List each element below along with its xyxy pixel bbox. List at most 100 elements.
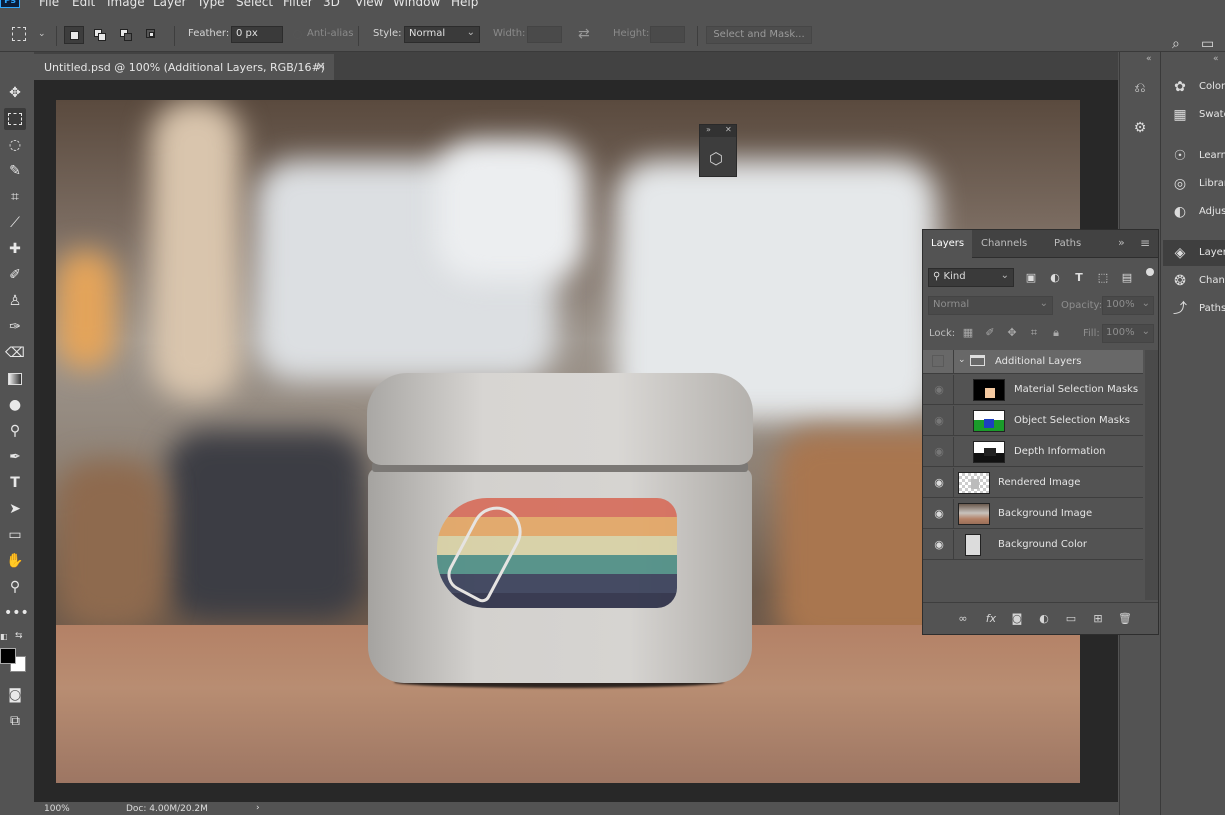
document-tab[interactable]: Untitled.psd @ 100% (Additional Layers, … xyxy=(34,54,334,80)
zoom-tool-icon[interactable]: ⚲ xyxy=(4,576,26,598)
opacity-input[interactable]: 100% ⌄ xyxy=(1102,296,1154,315)
eyedropper-tool-icon[interactable]: ⟋ xyxy=(4,212,26,234)
tab-paths[interactable]: Paths xyxy=(1046,230,1089,258)
adjustment-layer-filter-icon[interactable]: ◐ xyxy=(1047,270,1063,286)
lock-position-icon[interactable]: ✥ xyxy=(1004,325,1020,341)
layer-row[interactable]: ◉ Object Selection Masks xyxy=(923,406,1143,436)
menu-type[interactable]: Type xyxy=(197,0,225,9)
filter-toggle-icon[interactable] xyxy=(1146,268,1154,276)
layer-row[interactable]: ◉ Rendered Image xyxy=(923,468,1143,498)
eye-icon[interactable]: ◉ xyxy=(932,383,946,397)
healing-brush-tool-icon[interactable]: ✚ xyxy=(4,238,26,260)
default-colors-icon[interactable]: ◧ xyxy=(0,632,10,642)
rect-marquee-preset-icon[interactable] xyxy=(12,27,26,41)
chevron-down-icon[interactable]: ⌄ xyxy=(958,355,966,365)
delete-layer-trash-icon[interactable]: 🗑︎ xyxy=(1117,611,1133,627)
eraser-tool-icon[interactable]: ⌫ xyxy=(4,342,26,364)
gradient-tool-icon[interactable] xyxy=(4,368,26,390)
anti-alias-checkbox[interactable] xyxy=(293,30,302,39)
chevron-down-icon[interactable]: ⌄ xyxy=(38,29,46,39)
menu-filter[interactable]: Filter xyxy=(283,0,313,9)
lock-image-pixels-icon[interactable]: ✐ xyxy=(982,325,998,341)
menu-view[interactable]: View xyxy=(355,0,383,9)
layers-scrollbar[interactable] xyxy=(1145,350,1158,600)
history-brush-tool-icon[interactable]: ✑ xyxy=(4,316,26,338)
swap-icon[interactable]: ⇄ xyxy=(578,26,590,42)
add-to-selection-button[interactable] xyxy=(90,26,110,44)
search-icon[interactable]: ⌕ xyxy=(1172,36,1180,52)
hand-tool-icon[interactable]: ✋ xyxy=(4,550,26,572)
collapse-icon[interactable]: » xyxy=(706,125,711,134)
tab-channels[interactable]: Channels xyxy=(973,230,1035,258)
menu-layer[interactable]: Layer xyxy=(153,0,186,9)
crop-tool-icon[interactable]: ⌗ xyxy=(4,186,26,208)
menu-help[interactable]: Help xyxy=(451,0,478,9)
layer-row[interactable]: ◉ Material Selection Masks xyxy=(923,375,1143,405)
new-layer-icon[interactable]: ⊞ xyxy=(1090,611,1106,627)
new-selection-button[interactable] xyxy=(64,26,84,44)
adjustment-layer-icon[interactable]: ◐ xyxy=(1036,611,1052,627)
width-input[interactable] xyxy=(527,26,562,43)
3d-axis-widget[interactable]: » ✕ ⬡ xyxy=(699,124,737,177)
paths-panel-tab[interactable]: ⤴ Paths xyxy=(1163,296,1225,322)
path-selection-tool-icon[interactable]: ➤ xyxy=(4,498,26,520)
swatches-panel-tab[interactable]: ▦ Swatches xyxy=(1163,102,1225,128)
status-menu-arrow-icon[interactable]: › xyxy=(256,803,260,813)
style-select[interactable]: Normal ⌄ xyxy=(404,26,480,43)
shape-layer-filter-icon[interactable]: ⬚ xyxy=(1095,270,1111,286)
close-icon[interactable]: ✕ xyxy=(725,125,732,134)
type-layer-filter-icon[interactable]: T xyxy=(1071,270,1087,286)
zoom-level[interactable]: 100% xyxy=(44,804,70,814)
pen-tool-icon[interactable]: ✒ xyxy=(4,446,26,468)
layer-style-fx-icon[interactable]: fx xyxy=(983,611,999,627)
properties-panel-icon[interactable]: ⚙ xyxy=(1130,118,1150,138)
menu-edit[interactable]: Edit xyxy=(72,0,95,9)
learn-panel-tab[interactable]: ☉ Learn xyxy=(1163,143,1225,169)
libraries-panel-tab[interactable]: ◎ Libraries xyxy=(1163,171,1225,197)
collapse-icon[interactable]: « xyxy=(1146,54,1152,64)
eye-icon[interactable]: ◉ xyxy=(932,445,946,459)
blend-mode-select[interactable]: Normal ⌄ xyxy=(928,296,1053,315)
layers-panel-tab[interactable]: ◈ Layers xyxy=(1163,240,1225,266)
move-tool-icon[interactable]: ✥ xyxy=(4,82,26,104)
visibility-toggle-empty[interactable] xyxy=(932,355,944,367)
menu-3d[interactable]: 3D xyxy=(323,0,340,9)
quick-mask-icon[interactable]: ◙ xyxy=(4,684,26,706)
rectangle-tool-icon[interactable]: ▭ xyxy=(4,524,26,546)
select-and-mask-button[interactable]: Select and Mask... xyxy=(706,26,812,44)
menu-image[interactable]: Image xyxy=(107,0,145,9)
link-layers-icon[interactable]: ∞ xyxy=(955,611,971,627)
color-panel-tab[interactable]: ✿ Color xyxy=(1163,74,1225,100)
lock-transparent-pixels-icon[interactable]: ▦ xyxy=(960,325,976,341)
dodge-tool-icon[interactable]: ⚲ xyxy=(4,420,26,442)
layer-row[interactable]: ◉ Depth Information xyxy=(923,437,1143,467)
collapse-icon[interactable]: « xyxy=(1213,54,1219,64)
channels-panel-tab[interactable]: ❂ Channels xyxy=(1163,268,1225,294)
more-tools-icon[interactable]: ••• xyxy=(4,602,29,624)
clone-stamp-tool-icon[interactable]: ♙ xyxy=(4,290,26,312)
3d-cube-icon[interactable]: ⬡ xyxy=(709,149,723,168)
workspace-icon[interactable]: ▭ xyxy=(1201,36,1214,52)
adjustments-panel-tab[interactable]: ◐ Adjustments xyxy=(1163,199,1225,225)
rectangular-marquee-tool-icon[interactable] xyxy=(4,108,26,130)
panel-menu-icon[interactable]: ≡ xyxy=(1140,236,1150,250)
menu-window[interactable]: Window xyxy=(393,0,440,9)
eye-icon[interactable]: ◉ xyxy=(932,538,946,552)
layer-group-row[interactable]: ⌄ Additional Layers xyxy=(923,350,1143,374)
eye-icon[interactable]: ◉ xyxy=(932,476,946,490)
height-input[interactable] xyxy=(650,26,685,43)
fill-input[interactable]: 100% ⌄ xyxy=(1102,324,1154,343)
layer-row[interactable]: ◉ Background Image xyxy=(923,499,1143,529)
eye-icon[interactable]: ◉ xyxy=(932,507,946,521)
history-panel-icon[interactable]: ⎌ xyxy=(1130,78,1150,98)
subtract-from-selection-button[interactable] xyxy=(116,26,136,44)
blur-tool-icon[interactable]: ● xyxy=(4,394,26,416)
intersect-selection-button[interactable] xyxy=(142,26,162,44)
tab-layers[interactable]: Layers xyxy=(923,230,973,258)
pixel-layer-filter-icon[interactable]: ▣ xyxy=(1023,270,1039,286)
lock-all-icon[interactable]: 🔒︎ xyxy=(1048,325,1064,341)
menu-file[interactable]: File xyxy=(39,0,59,9)
menu-select[interactable]: Select xyxy=(236,0,273,9)
type-tool-icon[interactable]: T xyxy=(4,472,26,494)
new-group-folder-icon[interactable]: ▭ xyxy=(1063,611,1079,627)
